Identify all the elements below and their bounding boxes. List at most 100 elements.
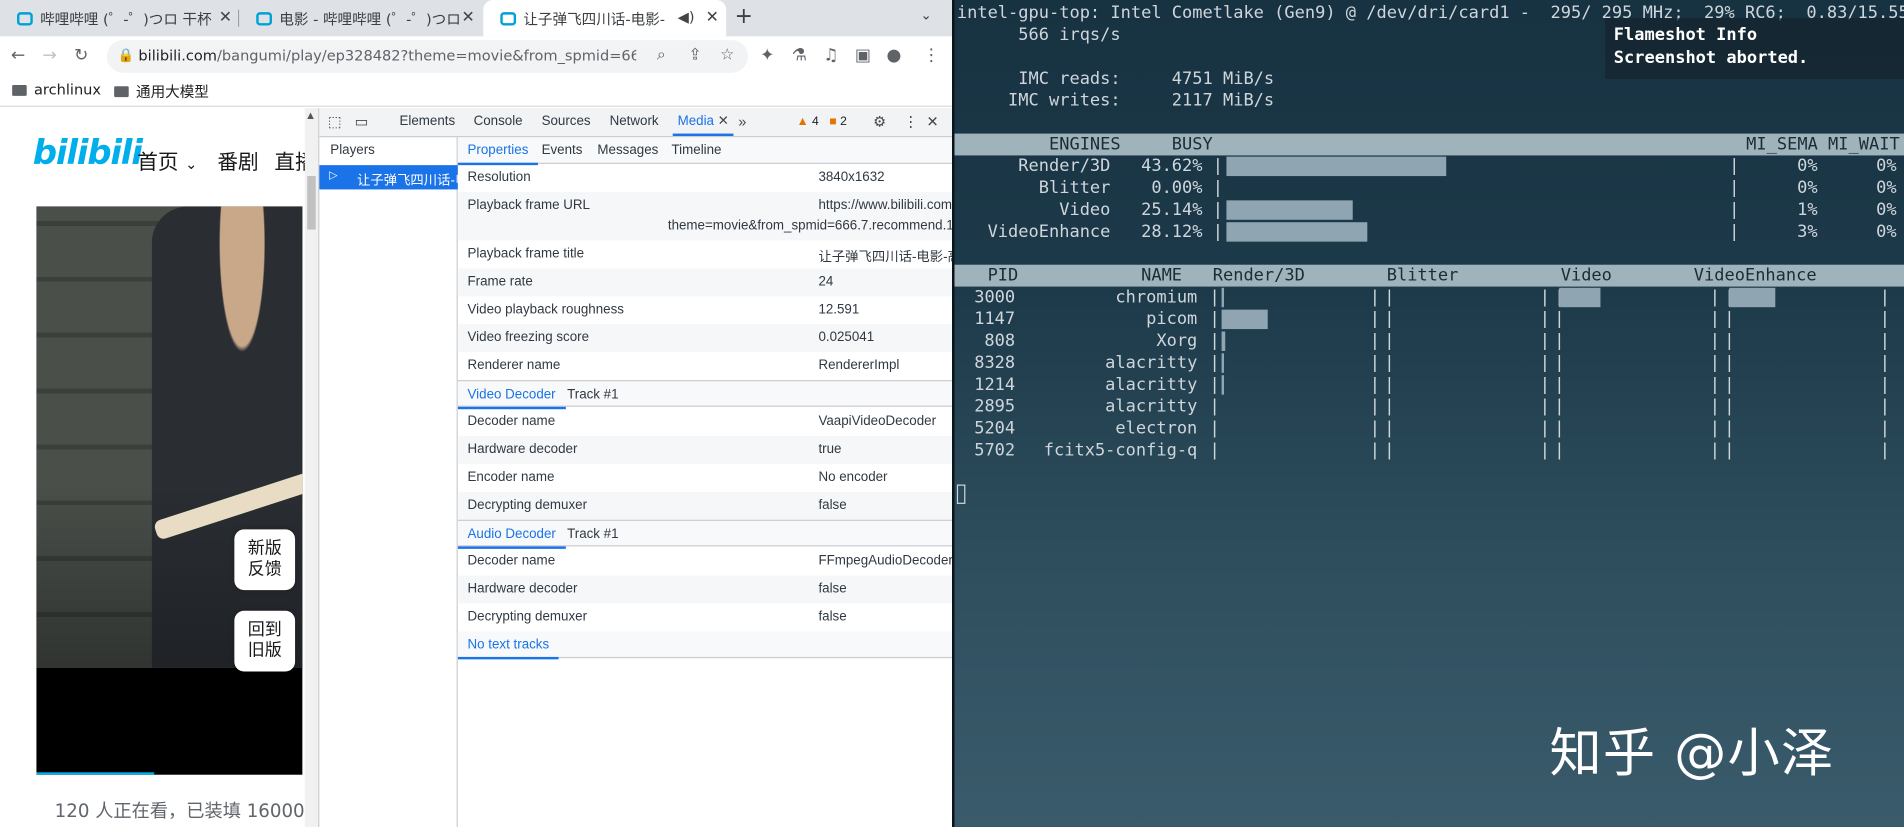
terminal-window[interactable]: intel-gpu-top: Intel Cometlake (Gen9) @ … [952, 0, 1904, 827]
close-icon[interactable]: ✕ [219, 9, 232, 27]
new-tab-button[interactable]: + [735, 4, 753, 30]
lab-flask-icon[interactable]: ⚗ [792, 46, 807, 65]
column-separator: | [1539, 331, 1550, 351]
subtab-audio-track-1[interactable]: Track #1 [567, 527, 618, 542]
engine-busy-bar [1226, 156, 1447, 177]
player-item-selected[interactable]: ▷ 让子弹飞四川话-电影-高清 [319, 165, 458, 190]
devtools-tabbar: ⬚ ▭ Elements Console Sources Network Med… [319, 108, 953, 138]
process-usage-bar [1729, 287, 1776, 308]
column-separator: | [1879, 397, 1890, 417]
video-progress-bar[interactable] [36, 772, 155, 775]
column-separator: | [1209, 418, 1220, 439]
flameshot-notification: Flameshot Info Screenshot aborted. [1605, 18, 1904, 79]
close-devtools-icon[interactable]: ✕ [927, 113, 939, 130]
media-control-icon[interactable]: ♫ [823, 46, 838, 65]
column-separator: | [1369, 309, 1380, 330]
process-name: alacritty [1105, 397, 1198, 417]
browser-toolbar: ← → ↻ 🔒 bilibili.com/bangumi/play/ep3284… [0, 36, 953, 77]
bilibili-tv-icon [500, 11, 517, 25]
column-separator: | [1384, 353, 1395, 373]
audio-decoder-subtabs: Audio Decoder Track #1 [457, 519, 953, 549]
tab-bilibili-home[interactable]: 哔哩哔哩 (゜-゜)つロ 干杯 ✕ [0, 0, 240, 36]
issues-badge[interactable]: ■ 2 [829, 115, 846, 128]
issue-icon: ■ [829, 115, 837, 129]
triangle-right-icon: ▷ [329, 168, 338, 181]
tab-video-active[interactable]: 让子弹飞四川话-电影- ◀) ✕ [483, 0, 727, 37]
process-pid: 3000 [974, 287, 1016, 308]
nav-home[interactable]: 首页 ⌄ [137, 145, 197, 175]
column-separator: | [1539, 440, 1550, 461]
side-panel-icon[interactable]: ▣ [855, 46, 871, 65]
prop-row: Frame rate 24 [457, 268, 953, 297]
forward-icon[interactable]: → [43, 46, 57, 65]
lock-icon[interactable]: 🔒 [118, 47, 135, 63]
speaker-icon[interactable]: ◀) [678, 9, 695, 26]
subtab-video-track-1[interactable]: Track #1 [567, 387, 618, 402]
new-version-feedback-button[interactable]: 新版 反馈 [234, 529, 296, 591]
web-page: bilibili 首页 ⌄ 番剧 直播 新版 反馈 回到 旧版 120 人正在看… [0, 108, 319, 827]
tab-bilibili-movie[interactable]: 电影 - 哔哩哔哩 (゜-゜)つロ ✕ [239, 0, 482, 36]
warning-icon: ▲ [796, 115, 809, 129]
extensions-icon[interactable]: ✦ [760, 46, 774, 65]
subtab-events[interactable]: Events [542, 143, 583, 158]
back-to-old-version-button[interactable]: 回到 旧版 [234, 610, 296, 672]
share-icon[interactable]: ⇪ [689, 46, 702, 64]
process-name: alacritty [1105, 353, 1198, 373]
prop-row: Resolution 3840x1632 [467, 170, 885, 185]
column-separator: | [1554, 440, 1565, 461]
address-bar[interactable]: 🔒 bilibili.com/bangumi/play/ep328482?the… [106, 40, 749, 73]
close-icon[interactable]: ✕ [462, 9, 475, 27]
tab-network[interactable]: Network [610, 114, 659, 129]
process-pid: 5204 [974, 418, 1016, 439]
tab-sources[interactable]: Sources [542, 114, 591, 129]
warnings-badge[interactable]: ▲ 4 [797, 115, 819, 128]
prop-row: Decrypting demuxer false [467, 609, 847, 625]
subtab-audio-decoder[interactable]: Audio Decoder [457, 527, 566, 549]
settings-gear-icon[interactable]: ⚙ [873, 113, 886, 130]
subtab-no-text-tracks[interactable]: No text tracks [457, 638, 560, 660]
inspect-element-icon[interactable]: ⬚ [328, 113, 342, 130]
kebab-menu-icon[interactable]: ⋮ [923, 46, 940, 65]
process-row: 8328 alacritty | | | | | | | | [954, 352, 1904, 374]
more-tabs-icon[interactable]: » [738, 113, 746, 130]
subtab-messages[interactable]: Messages [597, 143, 658, 158]
tab-media[interactable]: Media [672, 114, 734, 137]
column-separator: | [1384, 331, 1395, 351]
subtab-timeline[interactable]: Timeline [672, 143, 722, 158]
video-player[interactable] [36, 206, 303, 775]
bookmark-star-icon[interactable]: ☆ [720, 46, 734, 64]
kebab-menu-icon[interactable]: ⋮ [903, 113, 918, 130]
process-name: picom [1146, 309, 1198, 330]
column-separator: | [1554, 418, 1565, 439]
zoom-icon[interactable]: ⌕ [657, 46, 666, 64]
bilibili-logo[interactable]: bilibili [33, 132, 143, 172]
tab-console[interactable]: Console [474, 114, 523, 129]
scroll-thumb[interactable] [307, 176, 316, 230]
reload-icon[interactable]: ↻ [74, 46, 88, 65]
close-icon[interactable]: ✕ [718, 113, 729, 129]
process-pid: 1214 [974, 375, 1016, 395]
tab-elements[interactable]: Elements [400, 114, 456, 129]
bookmark-llm[interactable]: 通用大模型 [114, 81, 209, 102]
device-toolbar-icon[interactable]: ▭ [355, 113, 369, 130]
subtab-properties[interactable]: Properties [457, 143, 539, 166]
process-row: 1147 picom | | | | | | | | [954, 308, 1904, 330]
column-separator: | [1539, 418, 1550, 439]
close-icon[interactable]: ✕ [706, 9, 719, 27]
tab-search-button[interactable]: ⌄ [920, 7, 931, 23]
chrome-window: 哔哩哔哩 (゜-゜)つロ 干杯 ✕ 电影 - 哔哩哔哩 (゜-゜)つロ ✕ 让子… [0, 0, 953, 827]
column-separator: | [1879, 331, 1890, 351]
watching-count: 120 人正在看，已装填 16000 [54, 800, 305, 823]
column-separator: | [1554, 353, 1565, 373]
bookmark-archlinux[interactable]: archlinux [12, 81, 101, 98]
bilibili-tv-icon [17, 11, 33, 25]
scroll-up-icon[interactable]: ▲ [307, 111, 314, 121]
back-icon[interactable]: ← [11, 46, 25, 65]
players-header: Players [330, 143, 375, 158]
profile-avatar-icon[interactable]: ● [886, 46, 901, 65]
subtab-video-decoder[interactable]: Video Decoder [457, 387, 565, 410]
nav-bangumi[interactable]: 番剧 [217, 145, 258, 175]
page-scrollbar[interactable]: ▲ [304, 108, 319, 827]
folder-icon [114, 86, 129, 98]
column-separator: | [1369, 287, 1380, 308]
